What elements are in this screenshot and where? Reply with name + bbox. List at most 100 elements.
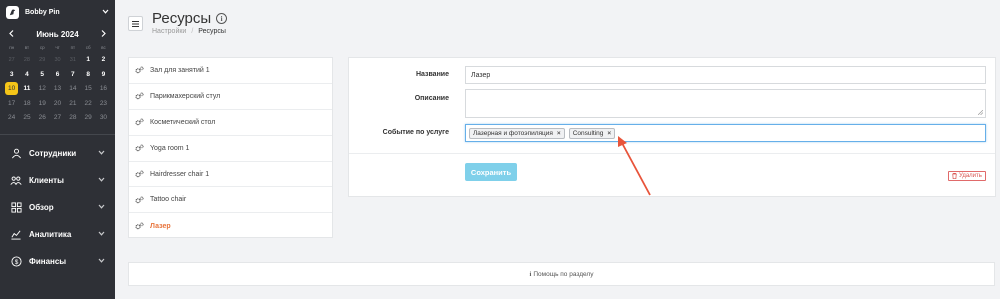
name-field[interactable]: Лазер — [465, 66, 986, 84]
calendar-day[interactable]: 30 — [50, 53, 65, 68]
calendar-day[interactable]: 2 — [96, 53, 111, 68]
calendar-day[interactable]: 29 — [35, 53, 50, 68]
mini-calendar: Июнь 2024 пн вт ср чт пт сб вс 27 28 29 30 31 1 2 3 4 5… — [0, 24, 115, 126]
service-event-tags-input[interactable]: Лазерная и фотоэпиляция × Consulting × — [465, 124, 986, 142]
save-button[interactable]: Сохранить — [465, 163, 517, 181]
prev-month-button[interactable] — [9, 29, 14, 39]
tag-consulting: Consulting × — [568, 127, 616, 139]
calendar-day[interactable]: 22 — [80, 97, 95, 112]
chevron-down-icon — [98, 204, 105, 211]
resource-item-active[interactable]: Лазер — [129, 213, 332, 239]
calendar-day-label: 30 — [99, 114, 108, 121]
overview-icon — [10, 201, 22, 213]
calendar-day[interactable]: 8 — [80, 68, 95, 83]
calendar-day[interactable]: 19 — [35, 97, 50, 112]
sidebar-item-staff[interactable]: Сотрудники — [0, 140, 115, 167]
sidebar-nav: Сотрудники Клиенты Обзор Аналитика $ Фин… — [0, 140, 115, 275]
calendar-day[interactable]: 16 — [96, 82, 111, 97]
resource-item[interactable]: Зал для занятий 1 — [129, 58, 332, 84]
calendar-day[interactable]: 27 — [4, 53, 19, 68]
calendar-day[interactable]: 28 — [65, 111, 80, 126]
calendar-day-label: 2 — [101, 56, 106, 63]
calendar-day-label: 30 — [54, 57, 61, 63]
calendar-day[interactable]: 17 — [4, 97, 19, 112]
calendar-day[interactable]: 11 — [19, 82, 34, 97]
calendar-day[interactable]: 30 — [96, 111, 111, 126]
description-label: Описание — [414, 95, 449, 102]
calendar-day[interactable]: 29 — [80, 111, 95, 126]
sidebar-item-clients[interactable]: Клиенты — [0, 167, 115, 194]
calendar-day-today[interactable]: 10 — [4, 82, 19, 97]
menu-toggle-button[interactable] — [128, 16, 143, 31]
calendar-day[interactable]: 15 — [80, 82, 95, 97]
tag-laser-photoepilation: Лазерная и фотоэпиляция × — [469, 127, 565, 139]
resize-handle-icon — [978, 110, 983, 115]
calendar-day[interactable]: 6 — [50, 68, 65, 83]
calendar-day[interactable]: 14 — [65, 82, 80, 97]
breadcrumb-settings-link[interactable]: Настройки — [152, 28, 186, 35]
help-label: Помощь по разделу — [533, 270, 594, 278]
gears-icon — [135, 170, 144, 178]
calendar-day[interactable]: 31 — [65, 53, 80, 68]
calendar-day-label: 23 — [99, 99, 108, 107]
brand-switcher[interactable]: Bobby Pin — [0, 0, 115, 24]
calendar-day[interactable]: 26 — [35, 111, 50, 126]
next-month-button[interactable] — [101, 29, 106, 39]
calendar-day[interactable]: 24 — [4, 111, 19, 126]
remove-tag-icon[interactable]: × — [557, 130, 561, 137]
calendar-day-label: 27 — [53, 114, 62, 121]
description-field[interactable] — [465, 89, 986, 118]
calendar-day[interactable]: 21 — [65, 97, 80, 112]
calendar-day-label: 5 — [40, 70, 45, 78]
resource-label: Лазер — [150, 222, 171, 230]
sidebar-item-label: Аналитика — [29, 229, 72, 239]
form-divider — [349, 153, 995, 154]
calendar-day-label: 12 — [38, 85, 46, 92]
delete-button[interactable]: Удалить — [948, 171, 986, 181]
resource-item[interactable]: Hairdresser chair 1 — [129, 162, 332, 188]
calendar-day[interactable]: 7 — [65, 68, 80, 83]
calendar-day[interactable]: 20 — [50, 97, 65, 112]
info-icon[interactable]: i — [216, 13, 228, 24]
calendar-day[interactable]: 23 — [96, 97, 111, 112]
hamburger-icon — [132, 20, 139, 27]
calendar-day[interactable]: 9 — [96, 68, 111, 83]
gears-icon — [135, 144, 144, 152]
sidebar-item-analytics[interactable]: Аналитика — [0, 221, 115, 248]
tag-label: Лазерная и фотоэпиляция — [473, 129, 553, 137]
calendar-day-label: 17 — [8, 99, 16, 107]
sidebar: Bobby Pin Июнь 2024 пн вт ср чт пт сб вс 27 28 2… — [0, 0, 115, 299]
page-title: Ресурсы i — [152, 10, 228, 27]
section-help-link[interactable]: i Помощь по разделу — [128, 262, 995, 286]
calendar-day[interactable]: 13 — [50, 82, 65, 97]
page-title-text: Ресурсы — [152, 10, 212, 27]
sidebar-item-finance[interactable]: $ Финансы — [0, 248, 115, 275]
calendar-day[interactable]: 18 — [19, 97, 34, 112]
resource-item[interactable]: Парикмахерский стул — [129, 84, 332, 110]
calendar-day[interactable]: 3 — [4, 68, 19, 83]
chevron-down-icon — [98, 231, 105, 238]
resource-item[interactable]: Tattoo chair — [129, 187, 332, 214]
chevron-down-icon — [102, 9, 109, 16]
calendar-day[interactable]: 4 — [19, 68, 34, 83]
resource-form: Название Лазер Описание Событие по услуг… — [348, 57, 996, 197]
weekday-label: вт — [24, 45, 30, 50]
calendar-day[interactable]: 5 — [35, 68, 50, 83]
calendar-day-label: 13 — [53, 85, 62, 92]
clients-icon — [10, 174, 22, 186]
remove-tag-icon[interactable]: × — [607, 130, 611, 137]
service-event-label: Событие по услуге — [382, 129, 449, 136]
sidebar-item-overview[interactable]: Обзор — [0, 194, 115, 221]
resource-label: Tattoo chair — [150, 196, 187, 204]
calendar-day[interactable]: 27 — [50, 111, 65, 126]
calendar-day-label: 29 — [39, 57, 46, 63]
calendar-day[interactable]: 25 — [19, 111, 34, 126]
calendar-day-label: 20 — [53, 99, 62, 107]
calendar-day-label: 19 — [38, 99, 46, 107]
calendar-day[interactable]: 28 — [19, 53, 34, 68]
resource-item[interactable]: Yoga room 1 — [129, 136, 332, 162]
resource-item[interactable]: Косметический стол — [129, 110, 332, 136]
calendar-weekdays: пн вт ср чт пт сб вс — [4, 43, 111, 53]
calendar-day[interactable]: 1 — [80, 53, 95, 68]
calendar-day[interactable]: 12 — [35, 82, 50, 97]
